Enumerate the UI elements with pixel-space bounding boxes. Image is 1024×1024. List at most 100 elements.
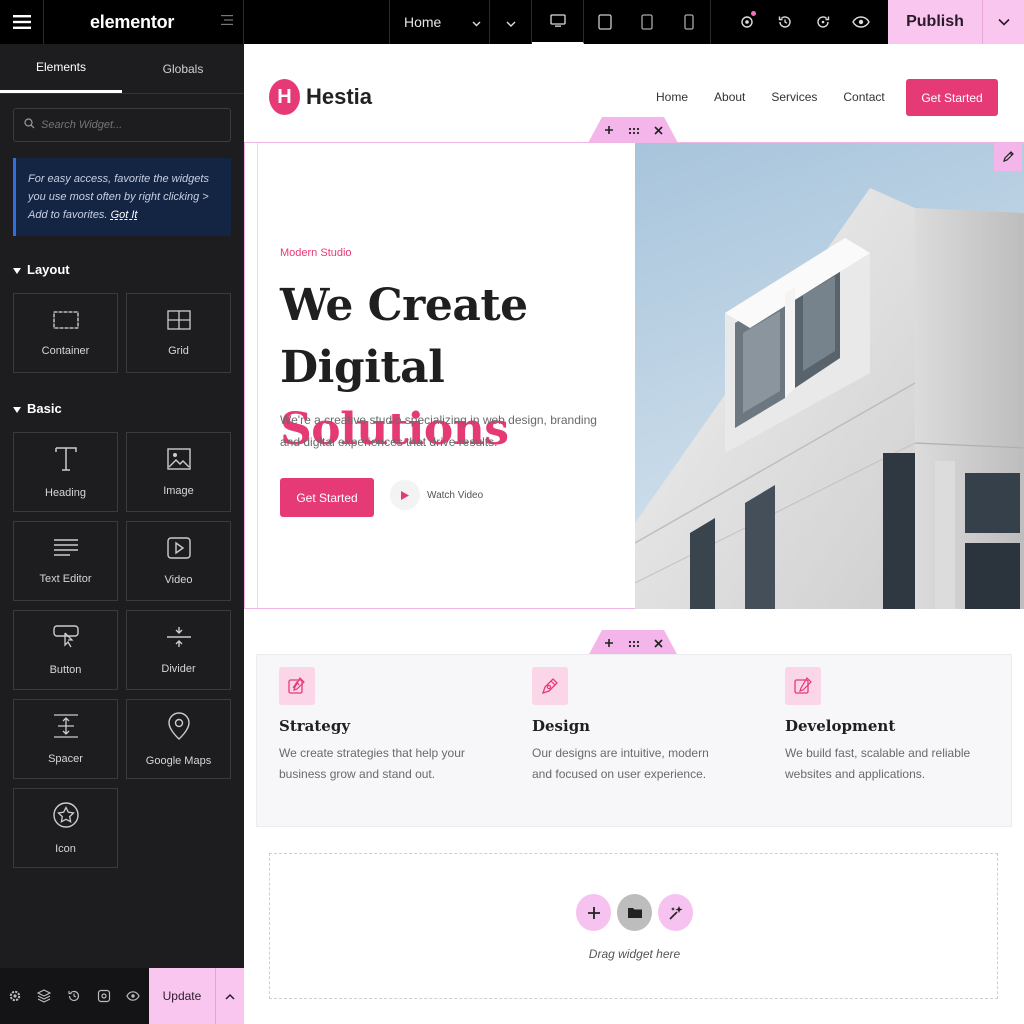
editor-canvas: H Hestia Home About Services Contact Get…	[244, 44, 1024, 1024]
image-icon	[166, 447, 191, 473]
notification-dot	[751, 11, 756, 16]
site-name: Hestia	[306, 84, 373, 109]
navigator-layers-icon[interactable]	[30, 968, 60, 1024]
got-it-link[interactable]: Got It	[111, 209, 138, 221]
tablet-icon[interactable]	[626, 0, 668, 44]
history-icon[interactable]	[59, 968, 89, 1024]
category-layout[interactable]: Layout	[13, 262, 231, 277]
search-input[interactable]	[41, 119, 220, 131]
add-section-icon[interactable]	[604, 636, 614, 651]
play-icon	[390, 480, 420, 510]
edit-pencil-icon[interactable]	[994, 143, 1022, 171]
widget-label: Heading	[45, 486, 86, 499]
widget-text-editor[interactable]: Text Editor	[13, 521, 118, 601]
nav-link-services[interactable]: Services	[771, 90, 817, 104]
strategy-icon	[279, 667, 315, 705]
section-handle	[588, 117, 678, 143]
divider-icon	[166, 626, 192, 651]
site-logo[interactable]: H Hestia	[269, 79, 372, 115]
widget-label: Text Editor	[39, 572, 92, 585]
hero-get-started-button[interactable]: Get Started	[280, 478, 374, 517]
widget-label: Google Maps	[145, 754, 212, 767]
features-section[interactable]: Strategy We create strategies that help …	[256, 654, 1012, 827]
feature-description: We build fast, scalable and reliable web…	[785, 746, 971, 781]
desktop-icon[interactable]	[532, 0, 584, 44]
development-icon	[785, 667, 821, 705]
header-get-started-button[interactable]: Get Started	[906, 79, 998, 116]
feature-description: We create strategies that help your busi…	[279, 746, 465, 781]
hero-building-image[interactable]	[635, 143, 1024, 609]
tab-elements[interactable]: Elements	[0, 44, 122, 93]
category-basic[interactable]: Basic	[13, 401, 231, 416]
caret-down-icon	[13, 401, 21, 416]
panel-toggle-icon[interactable]	[221, 13, 233, 31]
widget-spacer[interactable]: Spacer	[13, 699, 118, 779]
responsive-mode-icon[interactable]	[89, 968, 119, 1024]
chevron-down-icon	[472, 14, 481, 30]
update-button[interactable]: Update	[148, 968, 215, 1024]
delete-section-icon[interactable]	[653, 123, 663, 138]
history-icon[interactable]	[766, 0, 804, 44]
button-icon	[52, 624, 79, 652]
widget-search[interactable]	[13, 108, 231, 142]
chevron-up-icon[interactable]	[214, 968, 244, 1024]
hero-heading-line2: Digital	[280, 342, 445, 393]
video-icon	[166, 536, 191, 562]
mobile-icon[interactable]	[668, 0, 710, 44]
ai-sparkle-icon[interactable]	[658, 894, 693, 931]
page-selector[interactable]: Home	[390, 0, 490, 44]
hamburger-menu-icon[interactable]	[0, 0, 44, 44]
elementor-logo: elementor	[90, 11, 175, 32]
caret-down-icon	[13, 262, 21, 277]
site-settings-icon[interactable]	[728, 0, 766, 44]
layout-widgets: Container Grid	[13, 293, 231, 373]
chevron-down-icon	[506, 14, 516, 30]
tab-globals[interactable]: Globals	[122, 44, 244, 93]
hero-lead: We're a creative studio specializing in …	[280, 413, 597, 449]
container-icon	[52, 310, 79, 333]
watch-video-label: Watch Video	[427, 489, 484, 501]
drag-handle-icon[interactable]	[628, 636, 640, 651]
settings-gear-icon[interactable]	[0, 968, 30, 1024]
add-section-button[interactable]	[576, 894, 611, 931]
star-icon	[52, 801, 79, 831]
widget-button[interactable]: Button	[13, 610, 118, 690]
text-editor-icon	[53, 538, 79, 561]
widget-video[interactable]: Video	[126, 521, 231, 601]
hero-content: Modern Studio We Create Digital Solution…	[257, 143, 635, 608]
feature-title: Strategy	[279, 717, 351, 735]
page-selector-label: Home	[404, 14, 442, 30]
publish-options-chevron-icon[interactable]	[982, 0, 1024, 44]
tablet-landscape-icon[interactable]	[584, 0, 626, 44]
preview-eye-icon[interactable]	[842, 0, 880, 44]
drag-handle-icon[interactable]	[628, 123, 640, 138]
brand-area: elementor	[44, 0, 244, 44]
template-dropdown[interactable]	[490, 0, 532, 44]
publish-button[interactable]: Publish	[888, 0, 982, 44]
design-icon	[532, 667, 568, 705]
widget-icon[interactable]: Icon	[13, 788, 118, 868]
template-library-folder-icon[interactable]	[617, 894, 652, 931]
widget-container[interactable]: Container	[13, 293, 118, 373]
hero-heading-line1: We Create	[280, 280, 528, 331]
nav-link-home[interactable]: Home	[656, 90, 688, 104]
preview-changes-eye-icon[interactable]	[118, 968, 148, 1024]
editor-topbar: elementor Home Publish	[0, 0, 1024, 44]
nav-link-about[interactable]: About	[714, 90, 745, 104]
feature-card: Strategy We create strategies that help …	[279, 667, 479, 785]
redo-icon[interactable]	[804, 0, 842, 44]
widget-label: Icon	[55, 842, 76, 855]
widget-label: Image	[163, 484, 194, 497]
search-icon	[24, 116, 35, 134]
widget-heading[interactable]: Heading	[13, 432, 118, 512]
widget-google-maps[interactable]: Google Maps	[126, 699, 231, 779]
delete-section-icon[interactable]	[653, 636, 663, 651]
add-section-icon[interactable]	[604, 123, 614, 138]
watch-video-link[interactable]: Watch Video	[390, 480, 483, 510]
widget-grid[interactable]: Grid	[126, 293, 231, 373]
widget-image[interactable]: Image	[126, 432, 231, 512]
widget-divider[interactable]: Divider	[126, 610, 231, 690]
drop-zone[interactable]: Drag widget here	[269, 853, 998, 999]
hero-section[interactable]: Modern Studio We Create Digital Solution…	[244, 142, 1024, 609]
nav-link-contact[interactable]: Contact	[843, 90, 884, 104]
